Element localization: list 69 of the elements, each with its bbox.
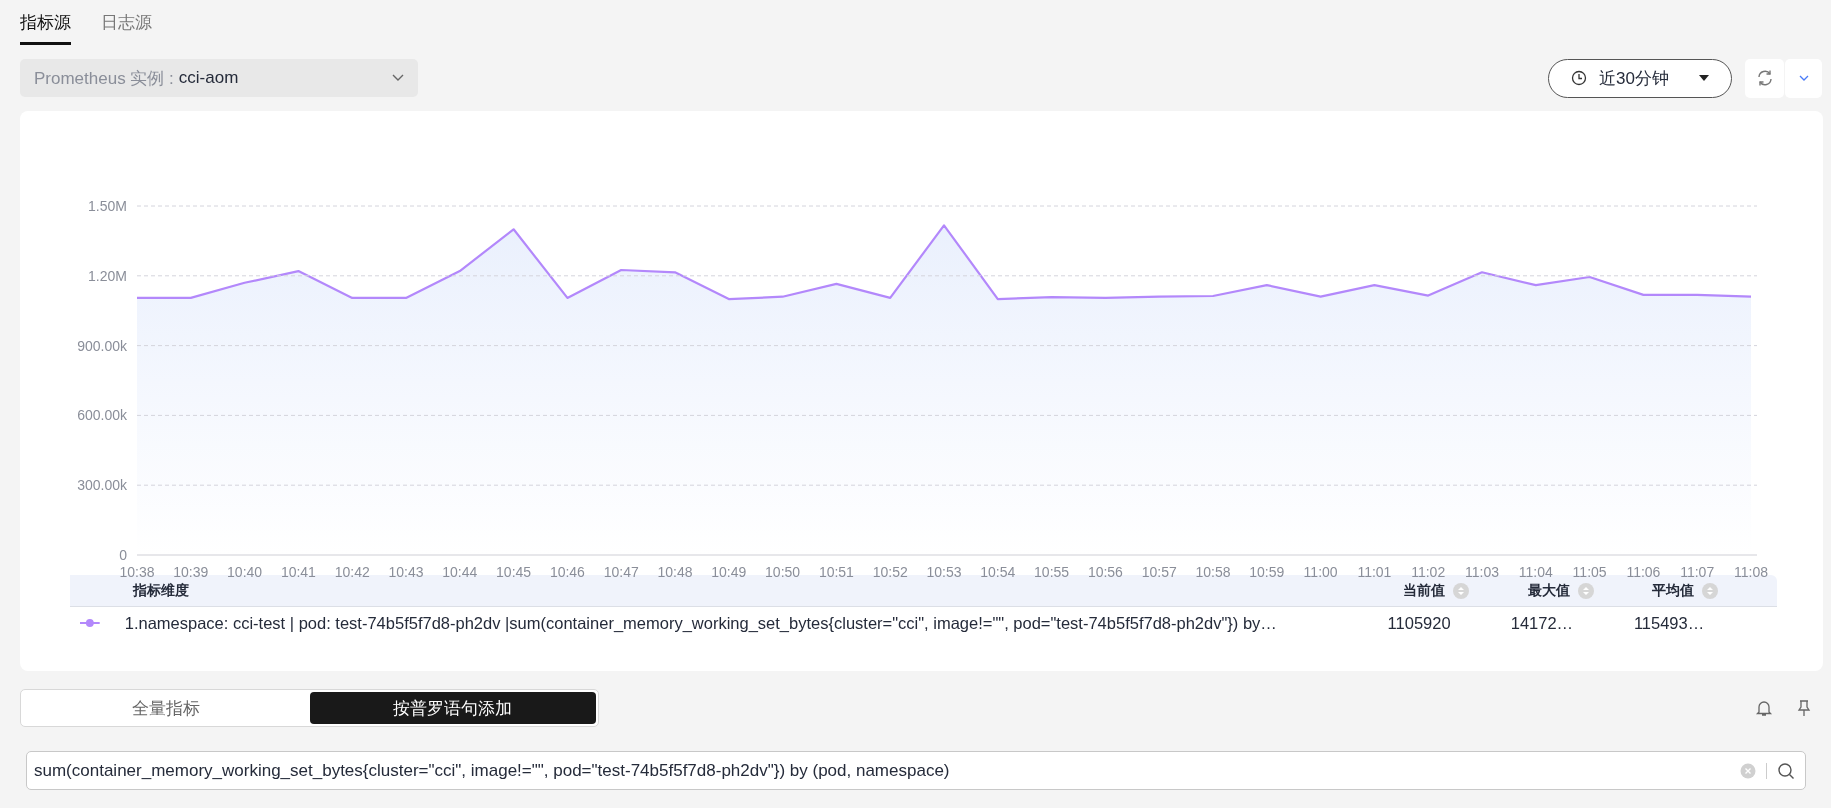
x-axis-label: 10:47: [603, 564, 639, 580]
x-axis-label: 11:02: [1411, 564, 1446, 580]
clear-icon[interactable]: [1740, 762, 1756, 779]
x-axis-label: 10:51: [818, 564, 854, 580]
x-axis-label: 11:08: [1734, 564, 1768, 580]
y-axis-label: 300.00k: [77, 477, 127, 494]
sort-icon[interactable]: [1453, 582, 1470, 599]
instance-select[interactable]: Prometheus 实例 : cci-aom: [20, 59, 418, 97]
column-header: 平均值: [1652, 581, 1695, 600]
x-axis-label: 11:00: [1303, 564, 1338, 580]
sort-icon[interactable]: [1577, 582, 1594, 599]
clock-icon: [1571, 70, 1587, 86]
x-axis-label: 11:03: [1465, 564, 1499, 580]
search-icon[interactable]: [1777, 761, 1795, 780]
y-axis-label: 900.00k: [77, 337, 127, 354]
bell-icon[interactable]: [1755, 699, 1773, 717]
column-header: 最大值: [1527, 581, 1570, 600]
x-axis-label: 11:04: [1518, 564, 1553, 580]
x-axis-label: 10:50: [765, 564, 801, 580]
x-axis-label: 10:42: [334, 564, 370, 580]
average-value: 115493…: [1633, 613, 1706, 633]
pin-icon[interactable]: [1795, 699, 1813, 717]
x-axis-label: 10:45: [496, 564, 532, 580]
tab[interactable]: 日志源: [101, 5, 152, 45]
column-header: 指标维度: [131, 581, 190, 600]
x-axis-label: 10:41: [280, 564, 316, 580]
x-axis-label: 11:01: [1357, 564, 1392, 580]
x-axis-label: 10:54: [980, 564, 1016, 580]
mode-option[interactable]: 按普罗语句添加: [309, 692, 596, 724]
x-axis-label: 10:58: [1195, 564, 1231, 580]
series-marker-icon: [80, 618, 100, 628]
x-axis-label: 10:40: [227, 564, 263, 580]
x-axis-label: 10:53: [926, 564, 962, 580]
query-input-field[interactable]: sum(container_memory_working_set_bytes{cluster="cci", image!="", pod="test-74b5f5f7d8-ph2dv"}) by (pod, namespace): [26, 751, 1806, 790]
sort-icon[interactable]: [1702, 582, 1719, 599]
y-axis-label: 1.50M: [88, 198, 127, 214]
x-axis-label: 10:46: [549, 564, 585, 580]
y-axis-label: 1.20M: [88, 267, 127, 284]
mode-option[interactable]: 全量指标: [23, 692, 310, 724]
select-label: Prometheus 实例 :: [34, 67, 174, 90]
column-header: 当前值: [1403, 581, 1446, 600]
query-text: sum(container_memory_working_set_bytes{cluster="cci", image!="", pod="test-74b5f5f7d8-ph2dv"}) by (pod, namespace): [34, 760, 951, 781]
x-axis-label: 10:59: [1249, 564, 1285, 580]
x-axis-label: 10:57: [1141, 564, 1177, 580]
caret-down-icon: [1699, 75, 1709, 81]
tab[interactable]: 指标源: [20, 5, 71, 45]
refresh-icon: [1755, 69, 1774, 87]
x-axis-label: 11:05: [1572, 564, 1607, 580]
x-axis-label: 10:55: [1034, 564, 1070, 580]
y-axis-label: 0: [119, 547, 127, 563]
x-axis-label: 10:39: [173, 564, 209, 580]
x-axis-label: 10:44: [442, 564, 478, 580]
x-axis-label: 10:38: [119, 564, 155, 580]
max-value: 14172…: [1510, 613, 1575, 633]
current-value: 1105920: [1387, 613, 1452, 633]
x-axis-label: 10:49: [711, 564, 747, 580]
x-axis-label: 11:06: [1626, 564, 1661, 580]
chevron-down-icon: [392, 74, 404, 82]
x-axis-label: 10:43: [388, 564, 424, 580]
refresh-button[interactable]: [1745, 58, 1784, 98]
time-range-button[interactable]: 近30分钟: [1548, 58, 1732, 98]
y-axis-label: 600.00k: [77, 407, 127, 424]
x-axis-label: 10:48: [657, 564, 693, 580]
select-value: cci-aom: [178, 68, 240, 88]
x-axis-label: 11:07: [1680, 564, 1715, 580]
chevron-down-icon: [1798, 75, 1809, 81]
x-axis-label: 10:56: [1087, 564, 1123, 580]
x-axis-label: 10:52: [872, 564, 908, 580]
series-name: 1.namespace: cci-test | pod: test-74b5f5f7d8-ph2dv |sum(container_memory_working_set_bytes{cluster="cci", image!="", pod="test-74b5f5f7d8-ph2dv"}) by…: [123, 613, 1278, 633]
